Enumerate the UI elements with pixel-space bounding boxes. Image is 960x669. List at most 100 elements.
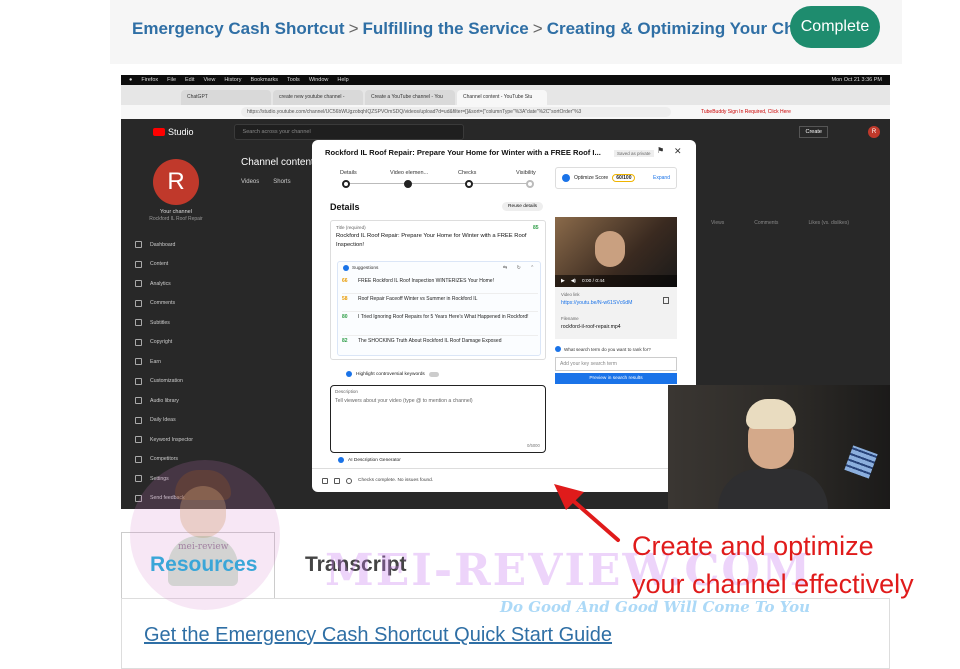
breadcrumb-module-link[interactable]: Fulfilling the Service — [363, 19, 529, 38]
suggestion-tools-icon: ⇆ ↻ ⌃ — [503, 265, 539, 271]
title-text: Rockford IL Roof Repair: Prepare Your Ho… — [336, 233, 527, 248]
nav-label: Customization — [150, 378, 183, 385]
tab-resources[interactable]: Resources — [150, 553, 257, 577]
step-dot-video-elements — [404, 180, 412, 188]
keyword-inspector-icon — [135, 436, 142, 444]
suggestion-text: Roof Repair Faceoff Winter vs Summer in … — [358, 296, 478, 302]
nav-label: Comments — [150, 300, 176, 307]
rank-question-label: What search term do you want to rank for… — [564, 346, 651, 352]
youtube-play-icon — [153, 128, 165, 136]
nav-label: Audio library — [150, 397, 179, 404]
video-thumbnail: ▶ ◀) 0:00 / 0:44 — [555, 217, 677, 287]
tubebuddy-notice: TubeBuddy Sign In Required, Click Here — [701, 109, 791, 115]
nav-dashboard: Dashboard — [135, 235, 193, 255]
menu-view: View — [203, 77, 216, 83]
channel-name: Rockford IL Roof Repair — [149, 216, 203, 222]
nav-copyright: Copyright — [135, 333, 193, 353]
tubebuddy-icon — [562, 174, 570, 182]
channel-content-title: Channel content — [241, 157, 314, 168]
customization-icon — [135, 377, 142, 385]
title-field: Title (required) 85 Rockford IL Roof Rep… — [330, 220, 546, 360]
step-checks: Checks — [458, 170, 477, 176]
browser-tab: ChatGPT — [181, 90, 271, 105]
title-score: 85 — [533, 225, 539, 231]
lesson-page: Emergency Cash Shortcut > Fulfilling the S… — [0, 0, 960, 669]
annotation-line-2: your channel effectively — [632, 569, 914, 599]
saved-badge: Saved as private — [614, 150, 654, 157]
earn-icon — [135, 358, 142, 366]
breadcrumb: Emergency Cash Shortcut > Fulfilling the S… — [132, 19, 839, 39]
browser-tab-active: Channel content - YouTube Stu — [457, 90, 547, 105]
upload-details-modal: Rockford IL Roof Repair: Prepare Your Ho… — [312, 140, 696, 492]
presenter-webcam — [668, 385, 890, 509]
highlight-toggle — [428, 371, 439, 377]
play-icon: ▶ — [561, 278, 565, 284]
thumbnail-controls: ▶ ◀) 0:00 / 0:44 — [555, 275, 677, 287]
video-info: Video link https://youtu.be/N-w61SVc6dM … — [555, 287, 677, 339]
suggestion-item: 80 I Tried Ignoring Roof Repairs for 5 Ye… — [342, 314, 538, 336]
search-term-input: Add your key search term — [555, 357, 677, 371]
column-comments: Comments — [754, 220, 779, 226]
filename-label: Filename — [561, 316, 579, 321]
ai-description-row: AI Description Generator — [338, 457, 401, 463]
breadcrumb-course-link[interactable]: Emergency Cash Shortcut — [132, 19, 345, 38]
title-suggestions: Suggestions ⇆ ↻ ⌃ 66 FREE Rockford IL Roo… — [337, 261, 541, 356]
hd-icon — [334, 477, 340, 484]
menu-help: Help — [337, 77, 349, 83]
quick-start-guide-link[interactable]: Get the Emergency Cash Shortcut Quick St… — [144, 624, 612, 647]
nav-label: Subtitles — [150, 319, 170, 326]
suggestion-score: 82 — [342, 338, 348, 344]
step-dot-details — [342, 180, 350, 188]
optimize-label: Optimize Score — [574, 175, 609, 181]
subtitles-icon — [135, 319, 142, 327]
step-visibility: Visibility — [516, 170, 536, 176]
menu-tools: Tools — [286, 77, 300, 83]
channel-avatar: R — [153, 159, 199, 205]
menu-firefox: Firefox — [141, 77, 159, 83]
video-link-label: Video link — [561, 292, 580, 297]
content-tab-shorts: Shorts — [273, 179, 291, 185]
menu-edit: Edit — [185, 77, 195, 83]
daily-ideas-icon — [135, 416, 142, 424]
suggestions-header: Suggestions — [343, 265, 378, 271]
ai-generator-label: AI Description Generator — [348, 457, 401, 463]
studio-avatar-small: R — [868, 126, 880, 138]
comments-icon — [135, 299, 142, 307]
dashboard-icon — [135, 241, 142, 249]
check-icon — [346, 477, 352, 484]
presenter-hair — [746, 399, 796, 429]
nav-label: Dashboard — [150, 241, 176, 248]
annotation-line-1: Create and optimize — [632, 531, 874, 561]
description-label: Description — [335, 389, 358, 394]
description-field: Description Tell viewers about your vide… — [330, 385, 546, 453]
address-bar: https://studio.youtube.com/channel/UC56b… — [121, 105, 890, 119]
suggestion-text: The SHOCKING Truth About Rockford IL Roo… — [358, 338, 502, 344]
nav-comments: Comments — [135, 294, 193, 314]
close-icon: ✕ — [674, 146, 682, 156]
menu-history: History — [224, 77, 242, 83]
your-channel-label: Your channel — [160, 209, 192, 215]
nav-daily-ideas: Daily Ideas — [135, 411, 193, 431]
thumbnail-person — [595, 231, 625, 267]
step-dot-visibility — [526, 180, 534, 188]
column-likes: Likes (vs. dislikes) — [808, 220, 850, 226]
menu-bookmarks: Bookmarks — [250, 77, 278, 83]
nav-label: Keyword Inspector — [150, 436, 193, 443]
nav-analytics: Analytics — [135, 274, 193, 294]
details-heading: Details — [330, 202, 360, 212]
nav-subtitles: Subtitles — [135, 313, 193, 333]
apple-icon: ● — [129, 77, 133, 83]
rank-question: What search term do you want to rank for… — [555, 346, 651, 352]
mac-menubar: ● Firefox File Edit View History Bookmar… — [121, 75, 890, 85]
copyright-icon — [135, 338, 142, 346]
complete-button[interactable]: Complete — [790, 6, 880, 48]
nav-label: Copyright — [150, 339, 173, 346]
tubebuddy-icon — [338, 457, 344, 463]
optimize-score-value: 60/100 — [612, 174, 636, 182]
suggestions-label: Suggestions — [352, 265, 379, 271]
suggestion-score: 80 — [342, 314, 348, 320]
studio-create-button: Create — [799, 126, 828, 138]
nav-label: Competitors — [150, 456, 178, 463]
stepper-line — [349, 183, 528, 184]
studio-sidebar: R Your channel Rockford IL Roof Repair D… — [121, 145, 225, 509]
